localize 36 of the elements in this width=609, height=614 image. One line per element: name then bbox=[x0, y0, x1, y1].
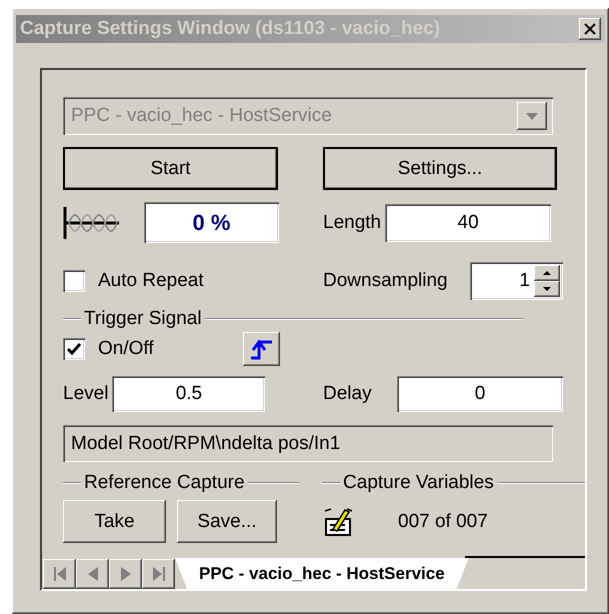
trigger-on-off-checkbox[interactable] bbox=[63, 338, 85, 360]
rising-edge-button[interactable] bbox=[243, 332, 280, 366]
variable-count: 007 of 007 bbox=[398, 510, 488, 532]
trigger-on-off-label: On/Off bbox=[98, 338, 154, 360]
signal-path-field: Model Root/RPM\ndelta pos/In1 bbox=[63, 425, 553, 462]
notepad-pencil-icon bbox=[323, 506, 353, 536]
level-field[interactable]: 0.5 bbox=[112, 376, 266, 412]
downsampling-spinner[interactable]: 1 bbox=[470, 262, 563, 300]
delay-label: Delay bbox=[323, 383, 372, 405]
next-tab-button[interactable] bbox=[109, 559, 142, 589]
last-tab-button[interactable] bbox=[142, 559, 175, 589]
first-tab-button[interactable] bbox=[43, 559, 76, 589]
delay-field[interactable]: 0 bbox=[397, 376, 563, 412]
start-button[interactable]: Start bbox=[63, 147, 278, 190]
downsampling-label: Downsampling bbox=[323, 270, 448, 292]
close-button[interactable] bbox=[579, 18, 601, 40]
spin-up-icon[interactable] bbox=[534, 265, 560, 281]
sheet-tab[interactable]: PPC - vacio_hec - HostService bbox=[175, 558, 469, 589]
spin-down-icon[interactable] bbox=[534, 281, 560, 297]
rising-edge-icon bbox=[250, 337, 274, 361]
previous-tab-button[interactable] bbox=[76, 559, 109, 589]
take-button[interactable]: Take bbox=[63, 500, 166, 543]
auto-repeat-label: Auto Repeat bbox=[98, 270, 204, 292]
auto-repeat-checkbox[interactable] bbox=[63, 270, 85, 292]
level-label: Level bbox=[63, 383, 108, 405]
close-icon bbox=[584, 23, 596, 35]
checkmark-icon bbox=[67, 343, 81, 355]
waveform-icon bbox=[63, 204, 119, 240]
reference-capture-heading: Reference Capture bbox=[83, 472, 246, 494]
trigger-signal-heading: Trigger Signal bbox=[83, 308, 203, 330]
capture-variables-heading: Capture Variables bbox=[342, 472, 495, 494]
save-button[interactable]: Save... bbox=[177, 500, 277, 543]
settings-button[interactable]: Settings... bbox=[323, 147, 557, 190]
length-field[interactable]: 40 bbox=[385, 204, 552, 242]
progress-readout: 0 % bbox=[144, 202, 279, 243]
length-label: Length bbox=[323, 212, 382, 234]
